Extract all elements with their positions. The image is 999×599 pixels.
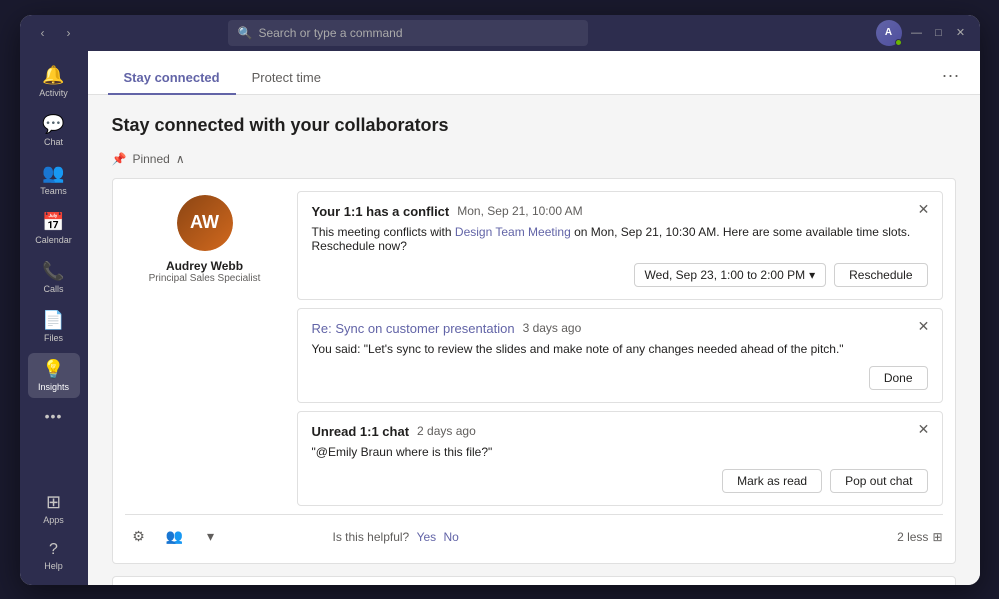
sidebar-item-more[interactable]: ••• <box>28 402 80 430</box>
sync-header: Re: Sync on customer presentation 3 days… <box>312 321 928 336</box>
sync-time: 3 days ago <box>523 321 582 335</box>
reschedule-button[interactable]: Reschedule <box>834 263 927 287</box>
forward-button[interactable]: › <box>58 22 80 44</box>
chevron-down-icon: ▾ <box>809 268 815 282</box>
sync-body: You said: "Let's sync to review the slid… <box>312 342 928 356</box>
sync-card-close[interactable]: ✕ <box>914 317 934 337</box>
sidebar-item-chat[interactable]: 💬 Chat <box>28 108 80 153</box>
close-button[interactable]: ✕ <box>954 26 968 40</box>
content-area: Stay connected Protect time ··· Stay con… <box>88 51 980 585</box>
insights-icon: 💡 <box>42 359 64 380</box>
pinned-chevron-icon[interactable]: ∧ <box>176 152 185 166</box>
sync-title[interactable]: Re: Sync on customer presentation <box>312 321 515 336</box>
user-avatar[interactable]: A <box>876 20 902 46</box>
sync-card: ✕ Re: Sync on customer presentation 3 da… <box>297 308 943 403</box>
unread-body: "@Emily Braun where is this file?" <box>312 445 928 459</box>
contact-title-audrey: Principal Sales Specialist <box>149 273 261 284</box>
design-team-meeting-link[interactable]: Design Team Meeting <box>455 225 571 239</box>
contact-card-nestor: NW Nestor Wilke Sales Specialist ✕ Sync … <box>112 576 956 585</box>
sync-footer: Done <box>312 366 928 390</box>
helpful-no-link[interactable]: No <box>443 530 458 544</box>
calls-icon: 📞 <box>42 261 64 282</box>
chat-icon: 💬 <box>42 114 64 135</box>
sidebar-label-chat: Chat <box>44 137 63 147</box>
sidebar-item-teams[interactable]: 👥 Teams <box>28 157 80 202</box>
online-status-dot <box>895 39 902 46</box>
search-bar[interactable]: 🔍 Search or type a command <box>228 20 588 46</box>
search-placeholder: Search or type a command <box>258 26 577 40</box>
cards-stack-audrey: ✕ Your 1:1 has a conflict Mon, Sep 21, 1… <box>297 191 943 506</box>
conflict-title: Your 1:1 has a conflict <box>312 204 450 219</box>
avatar-image-audrey: AW <box>177 195 233 251</box>
tab-protect-time[interactable]: Protect time <box>236 60 337 95</box>
page-title: Stay connected with your collaborators <box>112 115 956 136</box>
unread-title: Unread 1:1 chat <box>312 424 410 439</box>
avatar-audrey: AW <box>177 195 233 251</box>
grid-icon: ⊞ <box>932 530 942 544</box>
conflict-card: ✕ Your 1:1 has a conflict Mon, Sep 21, 1… <box>297 191 943 300</box>
sidebar-label-insights: Insights <box>38 382 69 392</box>
nav-buttons: ‹ › <box>32 22 80 44</box>
done-button[interactable]: Done <box>869 366 928 390</box>
tab-stay-connected[interactable]: Stay connected <box>108 60 236 95</box>
pin-icon: 📌 <box>112 152 127 166</box>
sidebar-label-files: Files <box>44 333 63 343</box>
conflict-card-close[interactable]: ✕ <box>914 200 934 220</box>
contact-info-audrey: AW Audrey Webb Principal Sales Specialis… <box>125 191 285 506</box>
contact-card-audrey: AW Audrey Webb Principal Sales Specialis… <box>112 178 956 564</box>
sidebar-item-files[interactable]: 📄 Files <box>28 304 80 349</box>
pop-out-chat-button[interactable]: Pop out chat <box>830 469 927 493</box>
title-bar: ‹ › 🔍 Search or type a command A — □ ✕ <box>20 15 980 51</box>
sidebar-label-activity: Activity <box>39 88 68 98</box>
help-icon: ? <box>49 541 58 559</box>
files-icon: 📄 <box>42 310 64 331</box>
unread-time: 2 days ago <box>417 424 476 438</box>
conflict-time: Mon, Sep 21, 10:00 AM <box>457 204 582 218</box>
sidebar-item-help[interactable]: ? Help <box>28 535 80 577</box>
maximize-button[interactable]: □ <box>932 26 946 40</box>
teams-icon: 👥 <box>42 163 64 184</box>
tab-more-button[interactable]: ··· <box>942 65 960 94</box>
tab-bar: Stay connected Protect time ··· <box>88 51 980 95</box>
apps-icon: ⊞ <box>46 492 61 513</box>
conflict-footer: Wed, Sep 23, 1:00 to 2:00 PM ▾ Reschedul… <box>312 263 928 287</box>
back-button[interactable]: ‹ <box>32 22 54 44</box>
sidebar-label-help: Help <box>44 561 63 571</box>
unread-header: Unread 1:1 chat 2 days ago <box>312 424 928 439</box>
chevron-down-toolbar-icon[interactable]: ▾ <box>197 523 225 551</box>
minimize-button[interactable]: — <box>910 26 924 40</box>
mark-as-read-button[interactable]: Mark as read <box>722 469 822 493</box>
conflict-header: Your 1:1 has a conflict Mon, Sep 21, 10:… <box>312 204 928 219</box>
helpful-yes-link[interactable]: Yes <box>417 530 437 544</box>
contact-name-audrey: Audrey Webb <box>166 259 243 273</box>
helpful-label: Is this helpful? Yes No <box>333 530 459 544</box>
settings-icon[interactable]: ⚙ <box>125 523 153 551</box>
unread-card-close[interactable]: ✕ <box>914 420 934 440</box>
unread-footer: Mark as read Pop out chat <box>312 469 928 493</box>
main-content: Stay connected with your collaborators 📌… <box>88 95 980 585</box>
title-bar-controls: A — □ ✕ <box>876 20 968 46</box>
sidebar-item-activity[interactable]: 🔔 Activity <box>28 59 80 104</box>
search-icon: 🔍 <box>238 26 253 40</box>
sidebar-label-calls: Calls <box>43 284 63 294</box>
sidebar-item-calendar[interactable]: 📅 Calendar <box>28 206 80 251</box>
pinned-section-label: 📌 Pinned ∧ <box>112 152 956 166</box>
sidebar-item-apps[interactable]: ⊞ Apps <box>28 486 80 531</box>
reschedule-time-picker[interactable]: Wed, Sep 23, 1:00 to 2:00 PM ▾ <box>634 263 827 287</box>
group-icon[interactable]: 👥 <box>161 523 189 551</box>
app-body: 🔔 Activity 💬 Chat 👥 Teams 📅 Calendar 📞 C… <box>20 51 980 585</box>
less-button[interactable]: 2 less ⊞ <box>897 530 942 544</box>
calendar-icon: 📅 <box>42 212 64 233</box>
sidebar-label-teams: Teams <box>40 186 67 196</box>
sidebar-label-apps: Apps <box>43 515 64 525</box>
sidebar-item-calls[interactable]: 📞 Calls <box>28 255 80 300</box>
sidebar-item-insights[interactable]: 💡 Insights <box>28 353 80 398</box>
unread-card: ✕ Unread 1:1 chat 2 days ago "@Emily Bra… <box>297 411 943 506</box>
sidebar: 🔔 Activity 💬 Chat 👥 Teams 📅 Calendar 📞 C… <box>20 51 88 585</box>
conflict-body: This meeting conflicts with Design Team … <box>312 225 928 253</box>
sidebar-label-calendar: Calendar <box>35 235 72 245</box>
more-icon: ••• <box>45 408 63 424</box>
activity-icon: 🔔 <box>42 65 64 86</box>
contact-toolbar-audrey: ⚙ 👥 ▾ Is this helpful? Yes No 2 less ⊞ <box>125 514 943 551</box>
